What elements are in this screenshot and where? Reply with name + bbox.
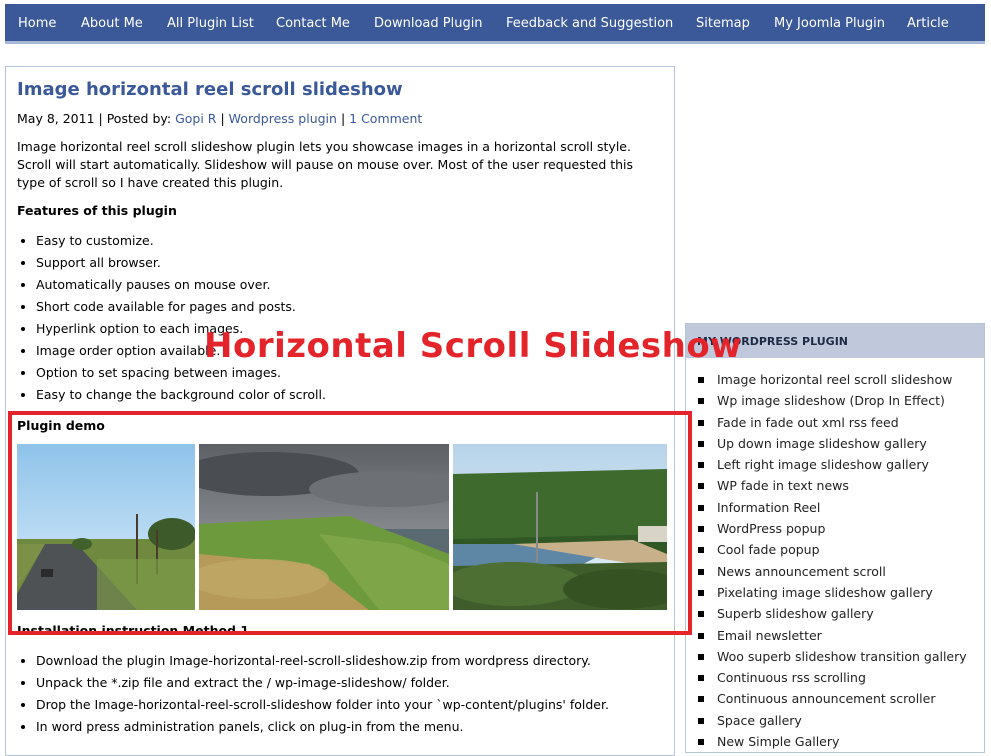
nav-home[interactable]: Home — [18, 16, 56, 31]
list-item: In word press administration panels, cli… — [17, 716, 609, 738]
post-content: Image horizontal reel scroll slideshow M… — [5, 66, 675, 756]
list-item: Unpack the *.zip file and extract the / … — [17, 672, 609, 694]
meta-separator: | — [220, 111, 225, 126]
sidebar-link[interactable]: Cool fade popup — [697, 539, 967, 560]
sidebar-link[interactable]: Image horizontal reel scroll slideshow — [697, 369, 967, 390]
post-meta: May 8, 2011 | Posted by: Gopi R | Wordpr… — [17, 111, 422, 126]
comments-link[interactable]: 1 Comment — [349, 111, 422, 126]
nav-contact-me[interactable]: Contact Me — [276, 16, 350, 31]
list-item: Easy to customize. — [17, 230, 326, 252]
list-item: Short code available for pages and posts… — [17, 296, 326, 318]
demo-photo-beach[interactable] — [453, 444, 667, 610]
list-item: Easy to change the background color of s… — [17, 384, 326, 406]
list-item: Automatically pauses on mouse over. — [17, 274, 326, 296]
sidebar-link[interactable]: WordPress popup — [697, 518, 967, 539]
sidebar-link[interactable]: Pixelating image slideshow gallery — [697, 582, 967, 603]
list-item: Download the plugin Image-horizontal-ree… — [17, 650, 609, 672]
demo-photo-road[interactable] — [17, 444, 195, 610]
nav-feedback[interactable]: Feedback and Suggestion — [506, 16, 673, 31]
nav-sitemap[interactable]: Sitemap — [696, 16, 750, 31]
author-link[interactable]: Gopi R — [175, 111, 216, 126]
sidebar-link[interactable]: Space gallery — [697, 710, 967, 731]
sidebar-link[interactable]: New Simple Gallery — [697, 731, 967, 752]
features-heading: Features of this plugin — [17, 203, 177, 218]
overlay-caption: Horizontal Scroll Slideshow — [204, 326, 743, 366]
sidebar-plugin-list: Image horizontal reel scroll slideshow W… — [697, 369, 967, 752]
nav-all-plugin-list[interactable]: All Plugin List — [167, 16, 254, 31]
plugin-demo-heading: Plugin demo — [17, 418, 105, 433]
list-item: Support all browser. — [17, 252, 326, 274]
sidebar-link[interactable]: Information Reel — [697, 497, 967, 518]
top-navigation: Home About Me All Plugin List Contact Me… — [5, 4, 985, 44]
list-item: Drop the Image-horizontal-reel-scroll-sl… — [17, 694, 609, 716]
installation-heading: Installation instruction Method 1 — [17, 623, 250, 638]
post-date: May 8, 2011 — [17, 111, 95, 126]
nav-my-joomla-plugin[interactable]: My Joomla Plugin — [774, 16, 885, 31]
category-link[interactable]: Wordpress plugin — [229, 111, 337, 126]
sidebar-link[interactable]: Woo superb slideshow transition gallery — [697, 646, 967, 667]
sidebar-link[interactable]: Continuous rss scrolling — [697, 667, 967, 688]
post-title[interactable]: Image horizontal reel scroll slideshow — [17, 79, 403, 100]
sidebar-link[interactable]: Fade in fade out xml rss feed — [697, 412, 967, 433]
sidebar-link[interactable]: Superb slideshow gallery — [697, 603, 967, 624]
sidebar-link[interactable]: Left right image slideshow gallery — [697, 454, 967, 475]
sidebar-link[interactable]: WP fade in text news — [697, 475, 967, 496]
nav-download-plugin[interactable]: Download Plugin — [374, 16, 483, 31]
wordpress-plugin-sidebar: MY WORDPRESS PLUGIN Image horizontal ree… — [685, 323, 985, 753]
sidebar-link[interactable]: Continuous announcement scroller — [697, 688, 967, 709]
meta-separator: | — [340, 111, 346, 126]
posted-by-label: | Posted by: — [98, 111, 172, 126]
nav-about-me[interactable]: About Me — [81, 16, 143, 31]
post-intro: Image horizontal reel scroll slideshow p… — [17, 139, 634, 190]
sidebar-link[interactable]: News announcement scroll — [697, 561, 967, 582]
sidebar-link[interactable]: Up down image slideshow gallery — [697, 433, 967, 454]
sidebar-link[interactable]: Email newsletter — [697, 625, 967, 646]
nav-article[interactable]: Article — [907, 16, 949, 31]
sidebar-link[interactable]: Wp image slideshow (Drop In Effect) — [697, 390, 967, 411]
demo-photo-coast-hill[interactable] — [199, 444, 449, 610]
features-list: Easy to customize. Support all browser. … — [17, 230, 326, 406]
installation-steps: Download the plugin Image-horizontal-ree… — [17, 650, 609, 738]
